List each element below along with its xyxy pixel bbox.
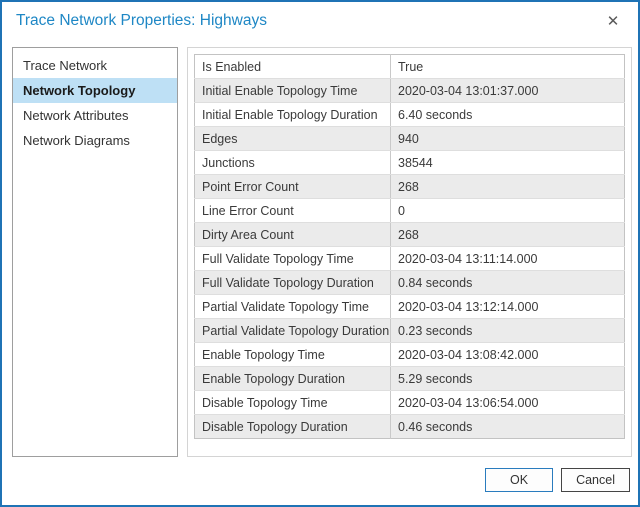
network-topology-panel: Is EnabledTrueInitial Enable Topology Ti… [187,47,632,457]
property-label: Dirty Area Count [195,223,391,247]
property-value: 0.46 seconds [391,415,625,439]
property-value: 268 [391,223,625,247]
property-label: Full Validate Topology Time [195,247,391,271]
sidebar-item-trace-network[interactable]: Trace Network [13,53,177,78]
property-label: Is Enabled [195,55,391,79]
close-icon[interactable]: ✕ [600,8,626,34]
property-label: Enable Topology Time [195,343,391,367]
property-label: Junctions [195,151,391,175]
property-label: Line Error Count [195,199,391,223]
property-value: 940 [391,127,625,151]
property-value: 38544 [391,151,625,175]
table-row: Edges940 [195,127,625,151]
property-value: 0 [391,199,625,223]
table-row: Full Validate Topology Duration0.84 seco… [195,271,625,295]
table-row: Line Error Count0 [195,199,625,223]
dialog-content: Trace NetworkNetwork TopologyNetwork Att… [2,40,638,457]
property-value: 2020-03-04 13:11:14.000 [391,247,625,271]
dialog-footer: OK Cancel [2,457,638,507]
property-value: 2020-03-04 13:12:14.000 [391,295,625,319]
table-row: Junctions38544 [195,151,625,175]
property-value: 2020-03-04 13:08:42.000 [391,343,625,367]
cancel-button[interactable]: Cancel [561,468,630,492]
table-row: Point Error Count268 [195,175,625,199]
property-value: 2020-03-04 13:06:54.000 [391,391,625,415]
table-row: Partial Validate Topology Duration0.23 s… [195,319,625,343]
property-label: Point Error Count [195,175,391,199]
table-row: Enable Topology Time2020-03-04 13:08:42.… [195,343,625,367]
properties-table: Is EnabledTrueInitial Enable Topology Ti… [194,54,625,439]
property-value: 0.23 seconds [391,319,625,343]
table-row: Initial Enable Topology Duration6.40 sec… [195,103,625,127]
property-value: 6.40 seconds [391,103,625,127]
sidebar-item-network-topology[interactable]: Network Topology [13,78,177,103]
property-value: True [391,55,625,79]
table-row: Enable Topology Duration5.29 seconds [195,367,625,391]
ok-button[interactable]: OK [485,468,553,492]
table-row: Dirty Area Count268 [195,223,625,247]
property-label: Partial Validate Topology Duration [195,319,391,343]
sidebar-item-network-attributes[interactable]: Network Attributes [13,103,177,128]
table-row: Initial Enable Topology Time2020-03-04 1… [195,79,625,103]
property-value: 0.84 seconds [391,271,625,295]
property-label: Enable Topology Duration [195,367,391,391]
property-label: Initial Enable Topology Duration [195,103,391,127]
table-row: Disable Topology Time2020-03-04 13:06:54… [195,391,625,415]
property-label: Initial Enable Topology Time [195,79,391,103]
property-label: Partial Validate Topology Time [195,295,391,319]
trace-network-properties-dialog: Trace Network Properties: Highways ✕ Tra… [0,0,640,507]
table-row: Disable Topology Duration0.46 seconds [195,415,625,439]
dialog-title: Trace Network Properties: Highways [16,12,267,30]
property-value: 5.29 seconds [391,367,625,391]
table-row: Is EnabledTrue [195,55,625,79]
property-label: Edges [195,127,391,151]
table-row: Full Validate Topology Time2020-03-04 13… [195,247,625,271]
sidebar-item-network-diagrams[interactable]: Network Diagrams [13,128,177,153]
property-label: Full Validate Topology Duration [195,271,391,295]
sidebar-nav: Trace NetworkNetwork TopologyNetwork Att… [12,47,178,457]
table-row: Partial Validate Topology Time2020-03-04… [195,295,625,319]
property-value: 268 [391,175,625,199]
property-label: Disable Topology Time [195,391,391,415]
property-value: 2020-03-04 13:01:37.000 [391,79,625,103]
property-label: Disable Topology Duration [195,415,391,439]
dialog-titlebar: Trace Network Properties: Highways ✕ [2,2,638,40]
